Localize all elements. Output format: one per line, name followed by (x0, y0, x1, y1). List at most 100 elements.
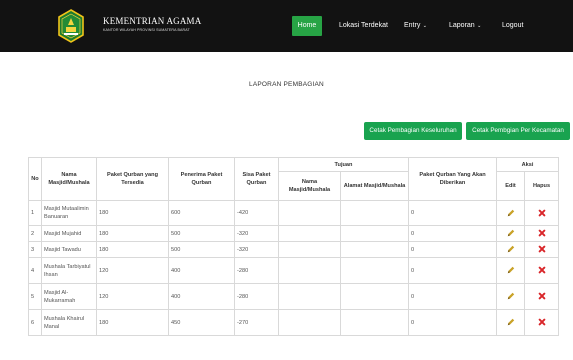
brand-title: KEMENTRIAN AGAMA (103, 16, 202, 26)
cell-sisa: -320 (234, 225, 279, 242)
nav-entry-dropdown[interactable]: Entry ⌄ (404, 16, 427, 36)
cell-tersedia: 180 (96, 200, 169, 226)
cell-tujuan-alamat (339, 200, 410, 226)
header-no: No (28, 157, 42, 201)
cell-no: 4 (28, 257, 42, 284)
delete-icon[interactable] (538, 245, 546, 253)
cell-tujuan-alamat (339, 309, 410, 336)
cell-diberikan: 0 (408, 309, 498, 336)
pencil-icon[interactable] (507, 266, 515, 274)
cell-tersedia: 120 (96, 283, 169, 310)
cell-penerima: 400 (168, 257, 235, 284)
cell-tujuan-alamat (339, 257, 410, 284)
nav-home[interactable]: Home (292, 16, 322, 36)
cell-tersedia: 180 (96, 309, 169, 336)
cell-diberikan: 0 (408, 283, 498, 310)
delete-icon[interactable] (538, 292, 546, 300)
chevron-down-icon: ⌄ (421, 23, 427, 29)
pencil-icon[interactable] (507, 245, 515, 253)
delete-icon[interactable] (538, 209, 546, 217)
cell-no: 6 (28, 309, 42, 336)
cell-penerima: 500 (168, 241, 235, 258)
cell-tujuan-nama (278, 225, 341, 242)
cell-tujuan-alamat (339, 283, 410, 310)
header-hapus: Hapus (524, 171, 560, 201)
pencil-icon[interactable] (507, 209, 515, 217)
hapus-cell (524, 309, 560, 336)
cell-penerima: 600 (168, 200, 235, 226)
cell-sisa: -420 (234, 200, 279, 226)
edit-cell (496, 200, 526, 226)
hapus-cell (524, 225, 560, 242)
cell-diberikan: 0 (408, 241, 498, 258)
table-row: 5 Masjid Al-Mukarramah 120 400 -280 0 (28, 283, 560, 310)
cell-tersedia: 180 (96, 241, 169, 258)
nav-logout-label: Logout (502, 22, 524, 29)
cetak-keseluruhan-button[interactable]: Cetak Pembagian Keseluruhan (364, 122, 462, 140)
nav-home-label: Home (297, 22, 317, 29)
cell-tersedia: 180 (96, 225, 169, 242)
top-navbar: KEMENTRIAN AGAMA KANTOR WILAYAH PROVINSI… (0, 0, 573, 52)
cell-no: 5 (28, 283, 42, 310)
pencil-icon[interactable] (507, 229, 515, 237)
chevron-down-icon: ⌄ (475, 23, 482, 29)
cell-tersedia: 120 (96, 257, 169, 284)
cell-sisa: -280 (234, 257, 279, 284)
cell-penerima: 400 (168, 283, 235, 310)
header-tujuan-alamat: Alamat Masjid/Mushala (339, 171, 410, 201)
edit-cell (496, 283, 526, 310)
kemenag-logo-icon (58, 9, 84, 43)
hapus-cell (524, 200, 560, 226)
header-tujuan-nama: Nama Masjid/Mushala (278, 171, 341, 201)
cell-sisa: -320 (234, 241, 279, 258)
nav-laporan-dropdown[interactable]: Laporan ⌄ (449, 16, 481, 36)
laporan-table: No Nama Masjid/Mushala Paket Qurban yang… (28, 157, 560, 336)
cell-tujuan-nama (278, 257, 341, 284)
cell-nama: Masjid Tawadu (41, 241, 97, 258)
cell-sisa: -280 (234, 283, 279, 310)
cetak-per-kecamatan-button[interactable]: Cetak Pembgian Per Kecamatan (466, 122, 570, 140)
header-aksi: Aksi (496, 157, 560, 172)
header-edit: Edit (496, 171, 526, 201)
hapus-cell (524, 257, 560, 284)
header-sisa: Sisa Paket Qurban (234, 157, 279, 201)
table-row: 1 Masjid Mutaalimin Banuaran 180 600 -420 0 (28, 200, 560, 226)
header-penerima: Penerima Paket Qurban (168, 157, 235, 201)
cell-tujuan-alamat (339, 225, 410, 242)
cell-nama: Mushala Tarbiyatul Ihsan (41, 257, 97, 284)
table-row: 6 Mushala Khairul Manal 180 450 -270 0 (28, 309, 560, 336)
cell-diberikan: 0 (408, 225, 498, 242)
delete-icon[interactable] (538, 266, 546, 274)
edit-cell (496, 309, 526, 336)
pencil-icon[interactable] (507, 292, 515, 300)
table-row: 3 Masjid Tawadu 180 500 -320 0 (28, 241, 560, 258)
cell-penerima: 500 (168, 225, 235, 242)
header-akan-diberikan: Paket Qurban Yang Akan Diberikan (408, 157, 498, 201)
cell-penerima: 450 (168, 309, 235, 336)
cell-tujuan-nama (278, 309, 341, 336)
pencil-icon[interactable] (507, 318, 515, 326)
header-paket-tersedia: Paket Qurban yang Tersedia (96, 157, 169, 201)
nav-entry-label: Entry (404, 22, 421, 29)
cell-sisa: -270 (234, 309, 279, 336)
cell-diberikan: 0 (408, 257, 498, 284)
edit-cell (496, 241, 526, 258)
cell-tujuan-nama (278, 283, 341, 310)
cell-tujuan-nama (278, 241, 341, 258)
cell-no: 3 (28, 241, 42, 258)
cell-nama: Masjid Al-Mukarramah (41, 283, 97, 310)
nav-lokasi-terdekat[interactable]: Lokasi Terdekat (339, 16, 388, 36)
delete-icon[interactable] (538, 318, 546, 326)
edit-cell (496, 225, 526, 242)
nav-logout[interactable]: Logout (502, 16, 523, 36)
cell-no: 2 (28, 225, 42, 242)
cell-diberikan: 0 (408, 200, 498, 226)
cell-nama: Mushala Khairul Manal (41, 309, 97, 336)
hapus-cell (524, 283, 560, 310)
nav-laporan-label: Laporan (449, 22, 475, 29)
header-tujuan: Tujuan (277, 157, 410, 172)
cell-nama: Masjid Mutaalimin Banuaran (41, 200, 97, 226)
delete-icon[interactable] (538, 229, 546, 237)
cell-tujuan-nama (278, 200, 341, 226)
table-row: 4 Mushala Tarbiyatul Ihsan 120 400 -280 0 (28, 257, 560, 284)
